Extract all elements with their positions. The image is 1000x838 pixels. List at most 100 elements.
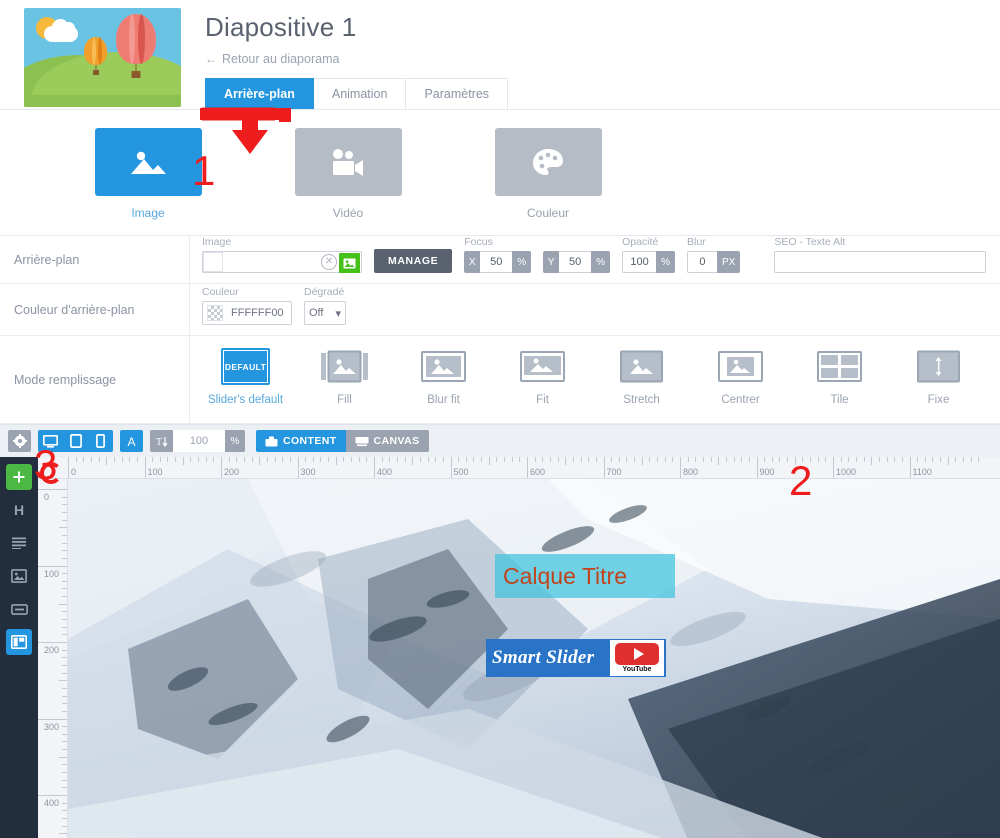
blur-input[interactable]: 0 PX xyxy=(686,251,741,273)
fill-mode-blur-fit-label: Blur fit xyxy=(427,394,460,406)
row-layout-icon[interactable] xyxy=(6,629,32,655)
canvas-toggle-button[interactable]: CANVAS xyxy=(345,430,429,452)
ruler-tick xyxy=(62,534,67,536)
focus-x-input[interactable]: X 50 % xyxy=(464,251,532,273)
ruler-tick xyxy=(404,457,406,462)
font-A-icon[interactable]: A xyxy=(120,430,143,452)
seo-alt-input[interactable] xyxy=(774,251,987,273)
blur-unit: PX xyxy=(716,251,741,273)
text-lines-icon[interactable] xyxy=(6,530,32,556)
settings-row-background-body: Image ✕ MANAGE Focus X 50 % Y 50 % Opaci… xyxy=(190,236,1000,283)
layer-toolbar: H xyxy=(0,457,38,838)
settings-row-bg-color-body: Couleur FFFFFF00 Dégradé Off ▾ xyxy=(190,284,1000,335)
opacity-value[interactable]: 100 xyxy=(622,251,657,273)
logo-layer[interactable]: Smart Slider YouTube xyxy=(486,639,666,677)
zoom-unit: % xyxy=(225,430,245,452)
ruler-tick xyxy=(62,741,67,743)
fill-mode-slider-default[interactable]: DEFAULT Slider's default xyxy=(196,348,295,413)
chevron-down-icon: ▾ xyxy=(335,307,341,320)
ruler-label: 700 xyxy=(606,467,622,477)
ruler-tick xyxy=(748,457,750,462)
horizontal-ruler[interactable]: 0 100 200 300 400 500 600 700 800 900 1000 1100 xyxy=(38,457,1000,479)
add-plus-icon[interactable] xyxy=(6,464,32,490)
color-input[interactable]: FFFFFF00 xyxy=(202,301,292,325)
mobile-icon[interactable] xyxy=(88,430,113,452)
ruler-tick xyxy=(328,457,330,462)
youtube-icon[interactable]: YouTube xyxy=(610,640,664,676)
manage-button[interactable]: MANAGE xyxy=(374,249,453,273)
tab-parametres[interactable]: Paramètres xyxy=(406,78,509,109)
balloon-small xyxy=(84,37,107,75)
image-picker-icon[interactable] xyxy=(339,253,360,273)
ruler-tick xyxy=(228,457,230,462)
bg-image-input[interactable]: ✕ xyxy=(202,251,362,273)
ruler-tick xyxy=(718,457,720,465)
toolbox-icon xyxy=(265,436,278,446)
ruler-tick xyxy=(932,457,934,462)
clear-circle-icon[interactable]: ✕ xyxy=(321,254,337,270)
focus-y-value[interactable]: 50 xyxy=(559,251,592,273)
tab-animation[interactable]: Animation xyxy=(313,78,407,109)
ruler-tick xyxy=(62,764,67,766)
fill-mode-tile[interactable]: Tile xyxy=(790,348,889,413)
ruler-tick xyxy=(878,457,880,462)
desktop-icon[interactable] xyxy=(38,430,63,452)
content-canvas-toggle: CONTENT CANVAS xyxy=(256,430,429,452)
slide-header: Diapositive 1 ← Retour au diaporama Arri… xyxy=(0,0,1000,110)
ruler-tick xyxy=(190,457,192,462)
ruler-tick xyxy=(549,457,551,462)
tablet-icon[interactable] xyxy=(63,430,88,452)
fill-mode-fixed[interactable]: Fixe xyxy=(889,348,988,413)
ruler-tick xyxy=(62,504,67,506)
fill-mode-blur-fit[interactable]: Blur fit xyxy=(394,348,493,413)
fill-mode-options: DEFAULT Slider's default Fill Blur fit F… xyxy=(190,336,988,423)
fill-mode-fill[interactable]: Fill xyxy=(295,348,394,413)
ruler-tick xyxy=(947,457,949,465)
blur-value[interactable]: 0 xyxy=(686,251,717,273)
focus-y-input[interactable]: Y 50 % xyxy=(543,251,611,273)
gear-icon[interactable] xyxy=(8,430,31,452)
fill-mode-tile-label: Tile xyxy=(830,394,849,406)
settings-row-background-label: Arrière-plan xyxy=(0,236,190,283)
bg-type-color[interactable]: Couleur xyxy=(448,128,648,220)
title-layer[interactable]: Calque Titre xyxy=(495,554,675,598)
ruler-tick xyxy=(710,457,712,462)
slide-canvas[interactable]: Calque Titre Smart Slider YouTube xyxy=(68,479,1000,838)
fill-mode-center[interactable]: Centrer xyxy=(691,348,790,413)
slide-thumbnail[interactable] xyxy=(24,8,181,107)
bg-type-image[interactable]: Image xyxy=(48,128,248,220)
ruler-tick xyxy=(649,457,651,462)
opacity-input[interactable]: 100 % xyxy=(622,251,675,273)
bg-type-video-label: Vidéo xyxy=(332,206,364,220)
ruler-tick xyxy=(396,457,398,462)
vertical-ruler[interactable]: 0 100 200 300 400 xyxy=(38,479,68,838)
fill-mode-fill-label: Fill xyxy=(337,394,352,406)
fill-mode-stretch[interactable]: Stretch xyxy=(592,348,691,413)
focus-y-field: Y 50 % xyxy=(543,236,611,273)
back-to-slider-link[interactable]: ← Retour au diaporama xyxy=(205,52,508,66)
back-link-label: Retour au diaporama xyxy=(222,52,340,66)
ruler-tick xyxy=(970,457,972,462)
bg-type-video[interactable]: Vidéo xyxy=(248,128,448,220)
ruler-tick xyxy=(106,457,108,465)
tab-arriere-plan[interactable]: Arrière-plan xyxy=(205,78,314,109)
focus-x-value[interactable]: 50 xyxy=(480,251,513,273)
canvas-toggle-label: CANVAS xyxy=(373,435,420,447)
page-title: Diapositive 1 xyxy=(205,12,357,42)
image-layer-icon[interactable] xyxy=(6,563,32,589)
ruler-tick xyxy=(626,457,628,462)
ruler-tick xyxy=(62,703,67,705)
ruler-tick xyxy=(62,626,67,628)
focus-y-prefix: Y xyxy=(543,251,560,273)
button-layer-icon[interactable] xyxy=(6,596,32,622)
color-field: Couleur FFFFFF00 xyxy=(202,286,292,325)
gradient-select[interactable]: Off ▾ xyxy=(304,301,346,325)
background-type-selector: Image Vidéo Couleur xyxy=(0,110,1000,236)
ruler-tick xyxy=(358,457,360,462)
fill-mode-fit[interactable]: Fit xyxy=(493,348,592,413)
content-toggle-button[interactable]: CONTENT xyxy=(256,430,346,452)
ruler-tick xyxy=(511,457,513,462)
ruler-tick xyxy=(771,457,773,462)
heading-H-icon[interactable]: H xyxy=(6,497,32,523)
zoom-value[interactable]: 100 xyxy=(173,430,225,452)
